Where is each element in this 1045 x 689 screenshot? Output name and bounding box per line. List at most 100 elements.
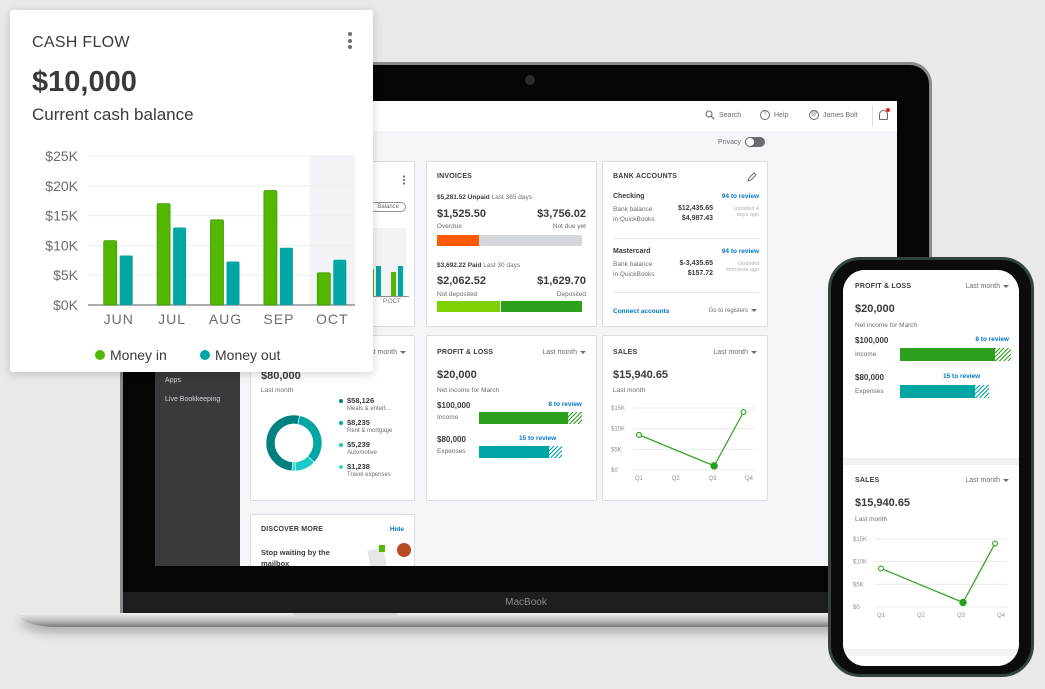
expenses-review-link[interactable]: 15 to review bbox=[943, 373, 980, 380]
bank-balance-value: $12,435.65 bbox=[677, 205, 713, 212]
net-income-label: Net income for March bbox=[437, 387, 500, 394]
income-bar[interactable] bbox=[900, 348, 1011, 361]
sales-period-dropdown[interactable]: Last month bbox=[965, 477, 1009, 484]
legend-item[interactable]: $8,235 Rent & mortgage bbox=[339, 418, 414, 440]
help-label: Help bbox=[774, 111, 789, 119]
income-review-link[interactable]: 8 to review bbox=[975, 336, 1009, 343]
period-label: Last month bbox=[965, 477, 1000, 484]
registers-label: Go to registers bbox=[708, 308, 748, 314]
sales-title: SALES bbox=[855, 477, 880, 484]
overdue-segment[interactable] bbox=[437, 235, 480, 246]
data-point bbox=[710, 462, 718, 470]
sidebar-item-apps[interactable]: Apps bbox=[165, 376, 181, 386]
invoices-title: INVOICES bbox=[437, 173, 473, 180]
search-button[interactable]: Search bbox=[705, 110, 741, 120]
expenses-review-link[interactable]: 15 to review bbox=[519, 435, 556, 442]
bar-money-in bbox=[391, 272, 396, 296]
data-point bbox=[878, 565, 884, 572]
caret-down-icon bbox=[751, 350, 757, 354]
profit-loss-period-dropdown[interactable]: Last month bbox=[542, 349, 586, 356]
connect-accounts-link[interactable]: Connect accounts bbox=[613, 308, 669, 315]
expenses-bar[interactable] bbox=[900, 385, 989, 398]
x-tick-oct: OCT bbox=[388, 299, 401, 305]
balance-chip-label: Balance bbox=[377, 204, 399, 210]
bank-balance-label: Bank balance bbox=[613, 261, 653, 268]
legend-item[interactable]: $5,239 Automotive bbox=[339, 440, 414, 462]
phone-sales-card: SALES Last month $15,940.65 Last month $… bbox=[843, 465, 1019, 649]
not-deposited-label: Not deposited bbox=[437, 291, 478, 298]
x-tick-label: AUG bbox=[209, 311, 242, 327]
y-tick-label: $20K bbox=[45, 178, 78, 194]
expenses-sub: Last month bbox=[261, 387, 294, 394]
period-label: Last month bbox=[713, 349, 748, 356]
expenses-bar-pending bbox=[974, 385, 989, 398]
unpaid-period: Last 365 days bbox=[491, 194, 533, 201]
user-menu[interactable]: @ James Bolt bbox=[809, 110, 858, 120]
unpaid-summary: $5,281.52 Unpaid Last 365 days bbox=[437, 194, 532, 201]
go-to-registers-dropdown[interactable]: Go to registers bbox=[709, 308, 757, 314]
not-deposited-segment[interactable] bbox=[437, 301, 501, 312]
camera-icon bbox=[525, 75, 535, 85]
income-bar[interactable] bbox=[479, 412, 582, 424]
sidebar-item-live-bookkeeping[interactable]: Live Bookkeeping bbox=[165, 395, 225, 405]
notification-bell-icon[interactable] bbox=[879, 108, 890, 120]
data-point bbox=[959, 598, 967, 607]
sales-sub: Last month bbox=[613, 387, 646, 394]
review-link[interactable]: 94 to review bbox=[722, 248, 759, 255]
balance-chip[interactable]: Balance bbox=[370, 202, 406, 212]
income-review-link[interactable]: 8 to review bbox=[548, 401, 582, 408]
review-link[interactable]: 94 to review bbox=[722, 193, 759, 200]
help-button[interactable]: ? Help bbox=[760, 110, 788, 120]
deposited-segment[interactable] bbox=[500, 301, 582, 312]
expenses-bar[interactable] bbox=[479, 446, 562, 458]
legend-value: $8,235 bbox=[347, 418, 370, 427]
income-label: Income bbox=[855, 351, 877, 358]
legend-label: Automotive bbox=[347, 450, 378, 456]
x-tick-label: OCT bbox=[316, 311, 349, 327]
edit-pencil-icon[interactable] bbox=[747, 172, 757, 182]
profit-loss-period-dropdown[interactable]: Last month bbox=[965, 283, 1009, 290]
caret-down-icon bbox=[1003, 284, 1009, 288]
legend-item[interactable]: $1,238 Travel expenses bbox=[339, 462, 414, 484]
sales-period-dropdown[interactable]: Last month bbox=[713, 349, 757, 356]
privacy-label: Privacy bbox=[718, 138, 741, 146]
kebab-menu-icon[interactable] bbox=[347, 32, 353, 52]
expenses-donut-chart[interactable] bbox=[259, 408, 329, 478]
illustration-person bbox=[397, 543, 411, 557]
x-tick-label: Q3 bbox=[957, 613, 966, 619]
net-income-amount: $20,000 bbox=[437, 369, 477, 381]
paid-bar[interactable] bbox=[437, 301, 582, 312]
not-due-label: Not due yet bbox=[552, 223, 586, 230]
expenses-bar-fill bbox=[479, 446, 549, 458]
paid-amount: $3,692.22 Paid bbox=[437, 262, 482, 269]
sales-line bbox=[638, 411, 745, 467]
not-due-amount: $3,756.02 bbox=[537, 208, 586, 220]
sales-line-chart[interactable]: $0 $5K $10K $15K Q1 Q2 Q3 Q4 bbox=[851, 533, 1013, 623]
privacy-toggle[interactable] bbox=[745, 137, 765, 147]
expenses-label: Expenses bbox=[855, 388, 884, 395]
x-tick-label: JUN bbox=[104, 311, 134, 327]
x-tick-label: Q4 bbox=[745, 476, 754, 482]
bar-money-out bbox=[119, 255, 133, 305]
illustration-cash bbox=[379, 545, 385, 552]
y-tick-label: $0K bbox=[53, 297, 79, 313]
legend-label: Money in bbox=[110, 347, 167, 363]
qb-balance-value: $157.72 bbox=[687, 270, 713, 277]
cashflow-bar-chart[interactable]: $0K $5K $10K $15K $20K $25K JUN JUL AUG SEP OCT Mon… bbox=[10, 140, 373, 370]
not-due-segment[interactable] bbox=[479, 235, 582, 246]
x-tick-label: JUL bbox=[158, 311, 186, 327]
hide-link[interactable]: Hide bbox=[390, 526, 404, 533]
overdue-amount: $1,525.50 bbox=[437, 208, 486, 220]
sales-line-chart[interactable]: $0 $5K $10K $15K Q1 Q2 Q3 Q4 bbox=[609, 402, 761, 486]
legend-item[interactable]: $58,126 Meals & entert... bbox=[339, 396, 414, 418]
y-tick-label: $15K bbox=[853, 537, 867, 543]
unpaid-bar[interactable] bbox=[437, 235, 582, 246]
expenses-label: Expenses bbox=[437, 448, 466, 455]
sales-amount: $15,940.65 bbox=[613, 369, 669, 381]
deposited-label: Deposited bbox=[556, 291, 586, 298]
cash-balance-label: Current cash balance bbox=[32, 105, 194, 124]
phone-screen: PROFIT & LOSS Last month $20,000 Net inc… bbox=[843, 270, 1019, 666]
sales-sub: Last month bbox=[855, 516, 888, 523]
card-menu-icon[interactable] bbox=[402, 172, 406, 190]
y-tick-label: $5K bbox=[53, 267, 79, 283]
